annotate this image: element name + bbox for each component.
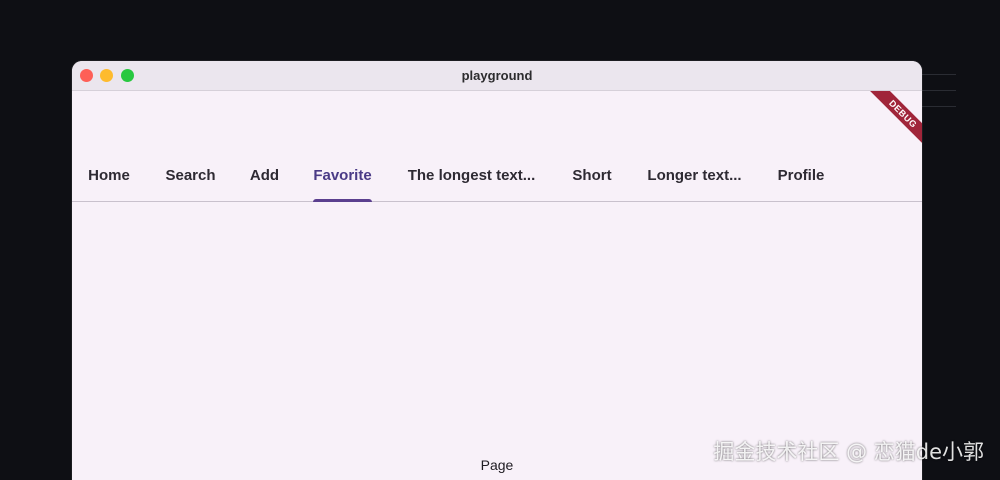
app-window: playground DEBUG Home Search Add Favorit… bbox=[72, 61, 922, 480]
debug-banner-label: DEBUG bbox=[866, 91, 922, 151]
desktop: playground DEBUG Home Search Add Favorit… bbox=[0, 0, 1000, 480]
tab-bar: Home Search Add Favorite The longest tex… bbox=[72, 161, 922, 202]
tab-label: Longer text... bbox=[647, 167, 742, 184]
tab-favorite[interactable]: Favorite bbox=[313, 161, 372, 202]
tab-label: The longest text... bbox=[407, 167, 536, 184]
app-content: DEBUG Home Search Add Favorite The longe… bbox=[72, 91, 922, 480]
tab-label: Search bbox=[165, 167, 216, 184]
tab-search[interactable]: Search bbox=[165, 161, 216, 201]
tab-label: Home bbox=[88, 167, 130, 184]
title-bar: playground bbox=[72, 61, 922, 91]
tab-label: Profile bbox=[777, 167, 825, 184]
tab-add[interactable]: Add bbox=[250, 161, 279, 201]
tab-label: Short bbox=[572, 167, 612, 184]
tab-label: Add bbox=[249, 167, 280, 184]
tab-home[interactable]: Home bbox=[88, 161, 130, 201]
background-lines bbox=[922, 74, 956, 107]
watermark: 掘金技术社区 @ 恋猫de小郭 bbox=[713, 440, 984, 464]
tab-the-longest-text[interactable]: The longest text... bbox=[405, 161, 538, 201]
tab-short[interactable]: Short bbox=[572, 161, 612, 201]
tab-label: Favorite bbox=[313, 167, 372, 184]
tab-profile[interactable]: Profile bbox=[777, 161, 825, 201]
active-tab-indicator bbox=[313, 199, 372, 202]
window-title: playground bbox=[461, 68, 533, 83]
debug-banner: DEBUG bbox=[862, 91, 922, 151]
tab-longer-text[interactable]: Longer text... bbox=[646, 161, 743, 201]
